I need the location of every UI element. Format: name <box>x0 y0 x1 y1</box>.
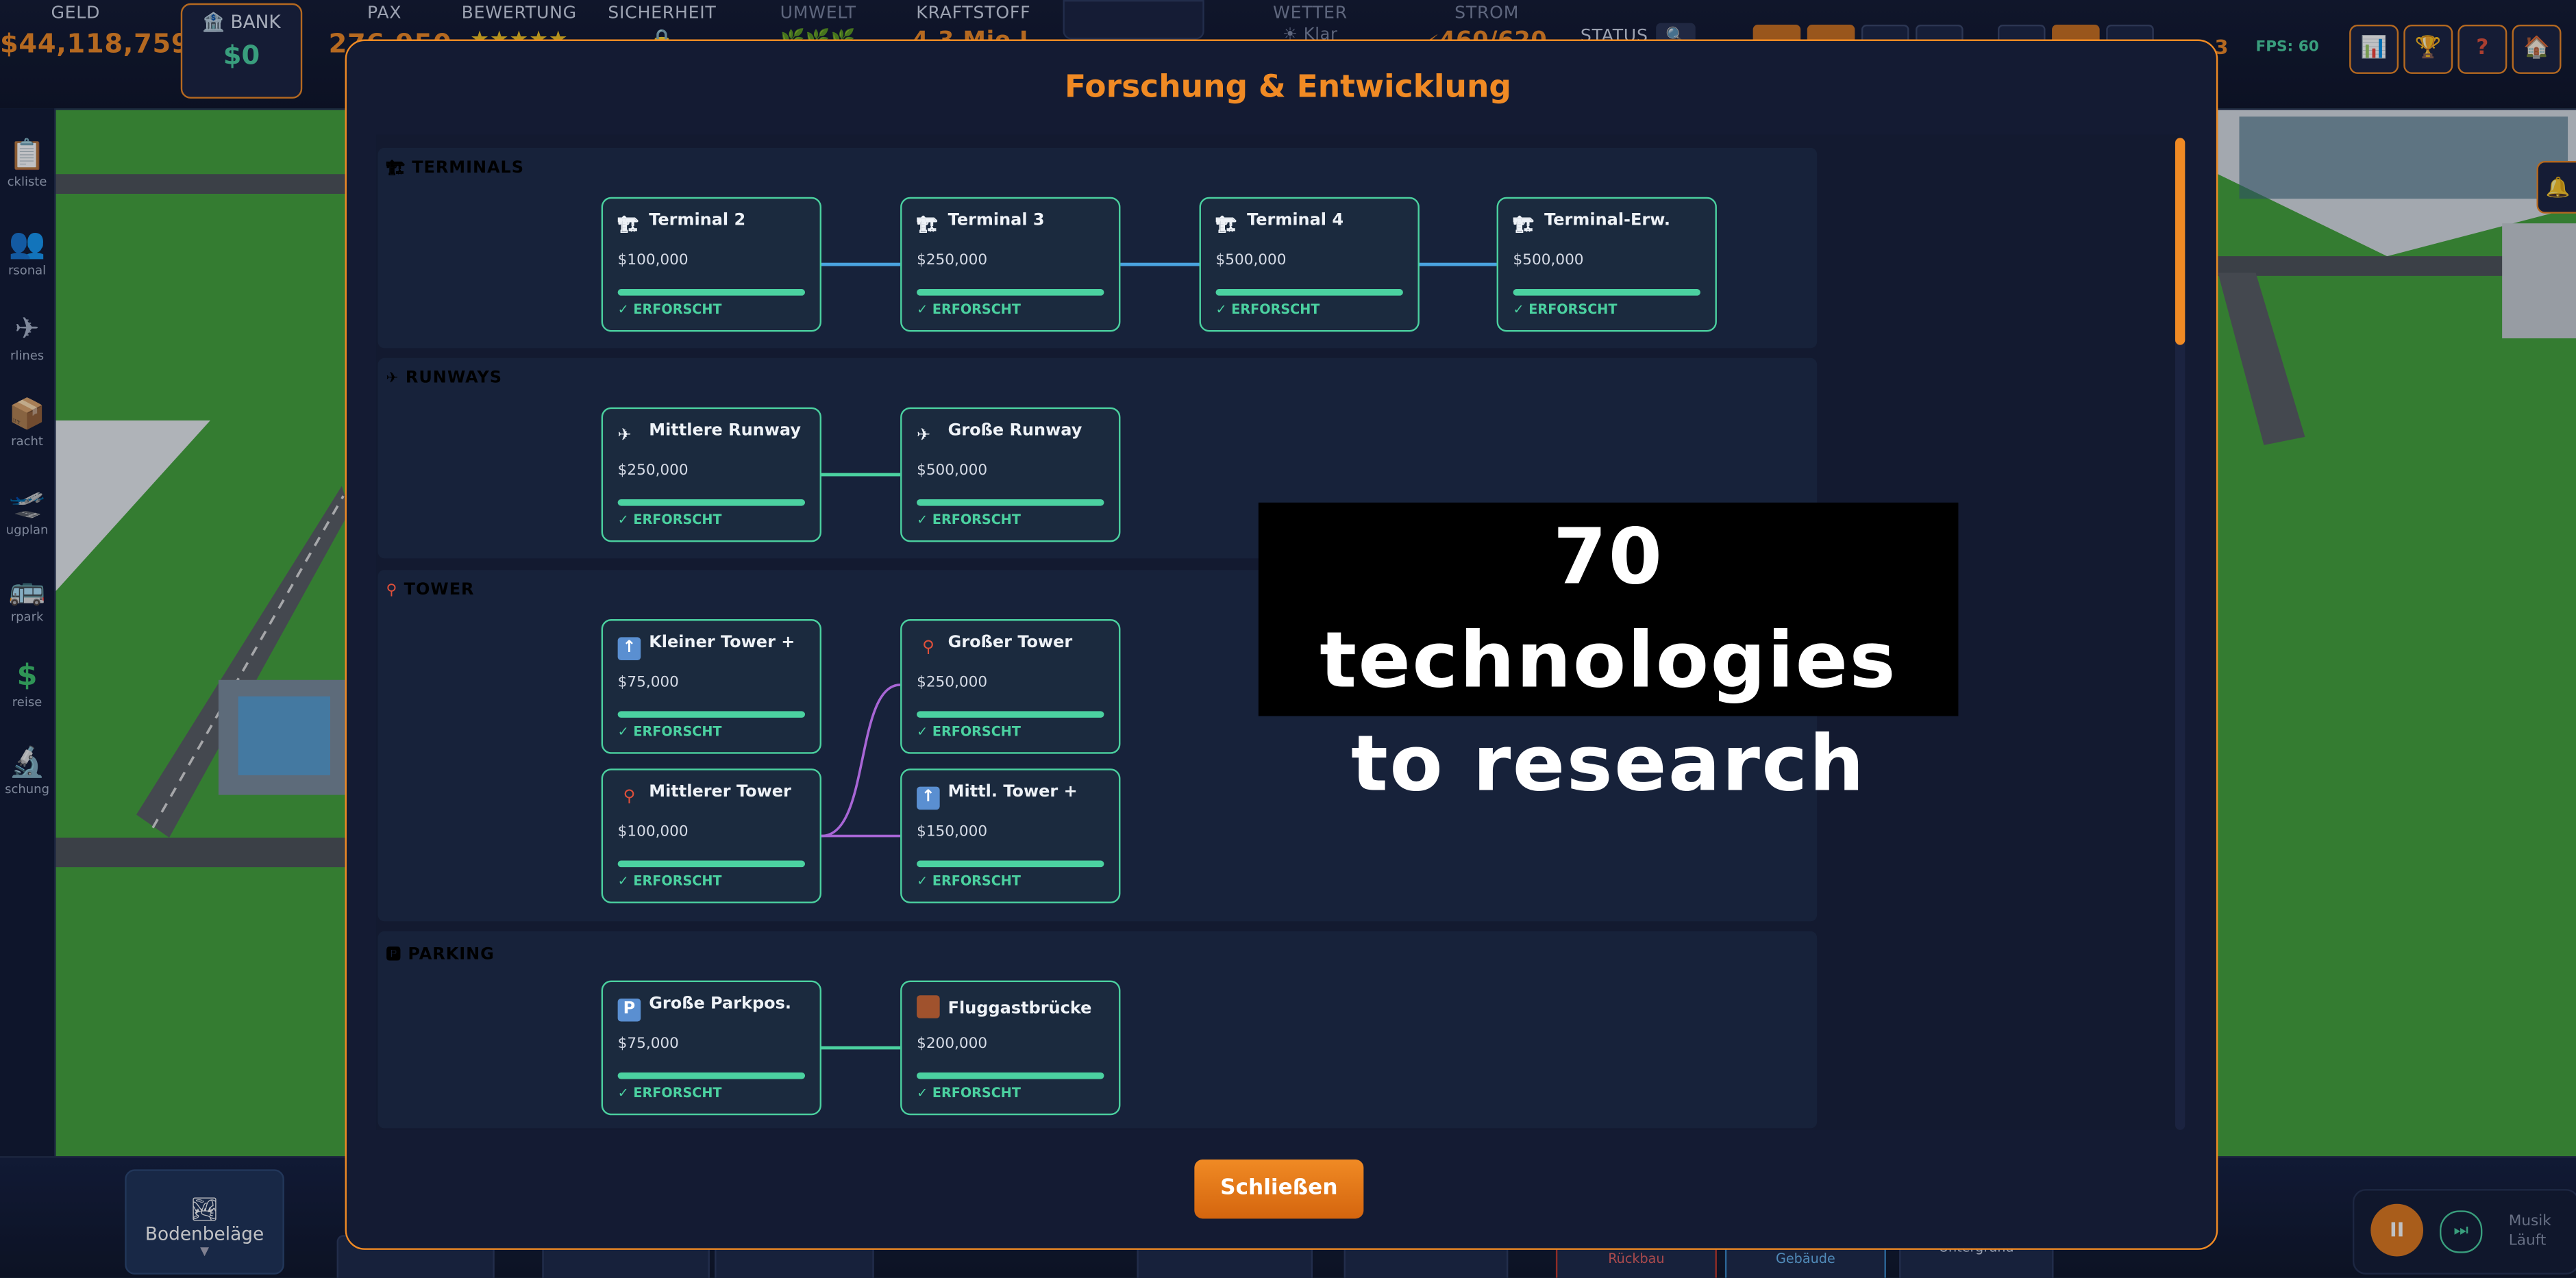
tech-card-large-tower[interactable]: ⚲ Großer Tower $250,000 ✓ ERFORSCHT <box>900 619 1121 754</box>
progress-bar <box>1513 289 1700 296</box>
card-cost: $75,000 <box>617 1036 679 1053</box>
card-cost: $150,000 <box>917 824 988 841</box>
progress-bar <box>617 1072 806 1079</box>
caption-line-1: 70 technologies <box>1320 512 1897 707</box>
parking-icon: 🅿 <box>386 947 402 964</box>
caption-line-2: to research <box>1351 719 1866 810</box>
card-cost: $500,000 <box>1513 253 1584 270</box>
progress-bar <box>917 1072 1104 1079</box>
tech-card-medium-tower-plus[interactable]: ↑ Mittl. Tower + $150,000 ✓ ERFORSCHT <box>900 768 1121 903</box>
card-name: Fluggastbrücke <box>948 1000 1092 1018</box>
progress-bar <box>617 289 806 296</box>
card-cost: $200,000 <box>917 1036 988 1053</box>
card-name: Mittl. Tower + <box>948 783 1078 802</box>
section-title-terminals: 🏗 TERMINALS <box>386 160 525 177</box>
card-name: Große Runway <box>948 422 1082 440</box>
card-cost: $500,000 <box>917 463 988 480</box>
card-cost: $500,000 <box>1215 253 1287 270</box>
card-name: Großer Tower <box>948 634 1073 653</box>
card-status: ✓ ERFORSCHT <box>917 724 1021 740</box>
section-label: TOWER <box>404 581 475 600</box>
card-cost: $250,000 <box>917 253 988 270</box>
card-name: Terminal-Erw. <box>1544 212 1670 230</box>
progress-bar <box>617 711 806 718</box>
tech-card-large-parking[interactable]: P Große Parkpos. $75,000 ✓ ERFORSCHT <box>601 980 821 1116</box>
tower-icon: ⚲ <box>623 788 636 807</box>
tech-card-jet-bridge[interactable]: Fluggastbrücke $200,000 ✓ ERFORSCHT <box>900 980 1121 1116</box>
card-cost: $100,000 <box>617 824 689 841</box>
section-label: TERMINALS <box>412 159 525 177</box>
tree-link <box>821 262 901 266</box>
crane-icon: 🏗 <box>1513 216 1535 235</box>
tech-card-terminal-3[interactable]: 🏗 Terminal 3 $250,000 ✓ ERFORSCHT <box>900 197 1121 332</box>
card-status: ✓ ERFORSCHT <box>617 512 722 527</box>
card-status: ✓ ERFORSCHT <box>617 724 722 740</box>
modal-title: Forschung & Entwicklung <box>1065 68 1512 105</box>
tech-card-terminal-4[interactable]: 🏗 Terminal 4 $500,000 ✓ ERFORSCHT <box>1199 197 1420 332</box>
card-status: ✓ ERFORSCHT <box>617 302 722 317</box>
card-name: Terminal 2 <box>649 212 746 230</box>
card-cost: $250,000 <box>917 675 988 692</box>
progress-bar <box>917 289 1104 296</box>
parking-icon: P <box>617 998 641 1022</box>
card-cost: $100,000 <box>617 253 689 270</box>
door-icon <box>917 995 940 1018</box>
progress-bar <box>617 499 806 506</box>
crane-icon: 🏗 <box>917 216 938 235</box>
section-title-runways: ✈ RUNWAYS <box>386 370 502 388</box>
crane-icon: 🏗 <box>386 161 406 177</box>
progress-bar <box>917 711 1104 718</box>
crane-icon: 🏗 <box>617 216 639 235</box>
close-button[interactable]: Schließen <box>1194 1159 1364 1219</box>
card-status: ✓ ERFORSCHT <box>917 1086 1021 1101</box>
card-name: Kleiner Tower + <box>649 634 795 653</box>
section-title-parking: 🅿 PARKING <box>386 942 495 964</box>
up-arrow-icon: ↑ <box>617 637 641 660</box>
tech-card-small-tower-plus[interactable]: ↑ Kleiner Tower + $75,000 ✓ ERFORSCHT <box>601 619 821 754</box>
tech-card-terminal-expansion[interactable]: 🏗 Terminal-Erw. $500,000 ✓ ERFORSCHT <box>1496 197 1717 332</box>
tree-link <box>1120 262 1200 266</box>
tree-link <box>821 473 901 476</box>
progress-bar <box>617 860 806 868</box>
progress-bar <box>1215 289 1403 296</box>
card-name: Mittlere Runway <box>649 422 801 440</box>
progress-bar <box>917 499 1104 506</box>
section-label: RUNWAYS <box>405 369 502 388</box>
promo-caption: 70 technologies to research <box>1258 502 1959 810</box>
tower-icon: ⚲ <box>922 638 934 657</box>
airplane-icon: ✈ <box>917 427 931 445</box>
tech-card-medium-runway[interactable]: ✈ Mittlere Runway $250,000 ✓ ERFORSCHT <box>601 407 821 542</box>
card-status: ✓ ERFORSCHT <box>1513 302 1618 317</box>
scrollbar-thumb[interactable] <box>2175 138 2185 345</box>
card-status: ✓ ERFORSCHT <box>917 873 1021 889</box>
card-name: Terminal 3 <box>948 212 1045 230</box>
airplane-icon: ✈ <box>386 371 399 388</box>
airplane-icon: ✈ <box>617 427 632 445</box>
up-arrow-icon: ↑ <box>917 786 940 810</box>
section-title-tower: ⚲ TOWER <box>386 581 475 599</box>
card-status: ✓ ERFORSCHT <box>617 1086 722 1101</box>
card-name: Mittlerer Tower <box>649 783 791 802</box>
card-name: Große Parkpos. <box>649 995 791 1014</box>
card-name: Terminal 4 <box>1247 212 1344 230</box>
tree-link <box>821 1046 901 1049</box>
card-cost: $75,000 <box>617 675 679 692</box>
card-status: ✓ ERFORSCHT <box>617 873 722 889</box>
tree-link <box>1417 262 1497 266</box>
card-cost: $250,000 <box>617 463 689 480</box>
card-status: ✓ ERFORSCHT <box>1215 302 1320 317</box>
section-label: PARKING <box>408 946 495 964</box>
tech-card-medium-tower[interactable]: ⚲ Mittlerer Tower $100,000 ✓ ERFORSCHT <box>601 768 821 903</box>
tower-icon: ⚲ <box>386 583 398 600</box>
tech-card-terminal-2[interactable]: 🏗 Terminal 2 $100,000 ✓ ERFORSCHT <box>601 197 821 332</box>
card-status: ✓ ERFORSCHT <box>917 302 1021 317</box>
card-status: ✓ ERFORSCHT <box>917 512 1021 527</box>
progress-bar <box>917 860 1104 868</box>
tech-card-large-runway[interactable]: ✈ Große Runway $500,000 ✓ ERFORSCHT <box>900 407 1121 542</box>
tower-tree-links <box>821 684 901 838</box>
crane-icon: 🏗 <box>1215 216 1237 235</box>
